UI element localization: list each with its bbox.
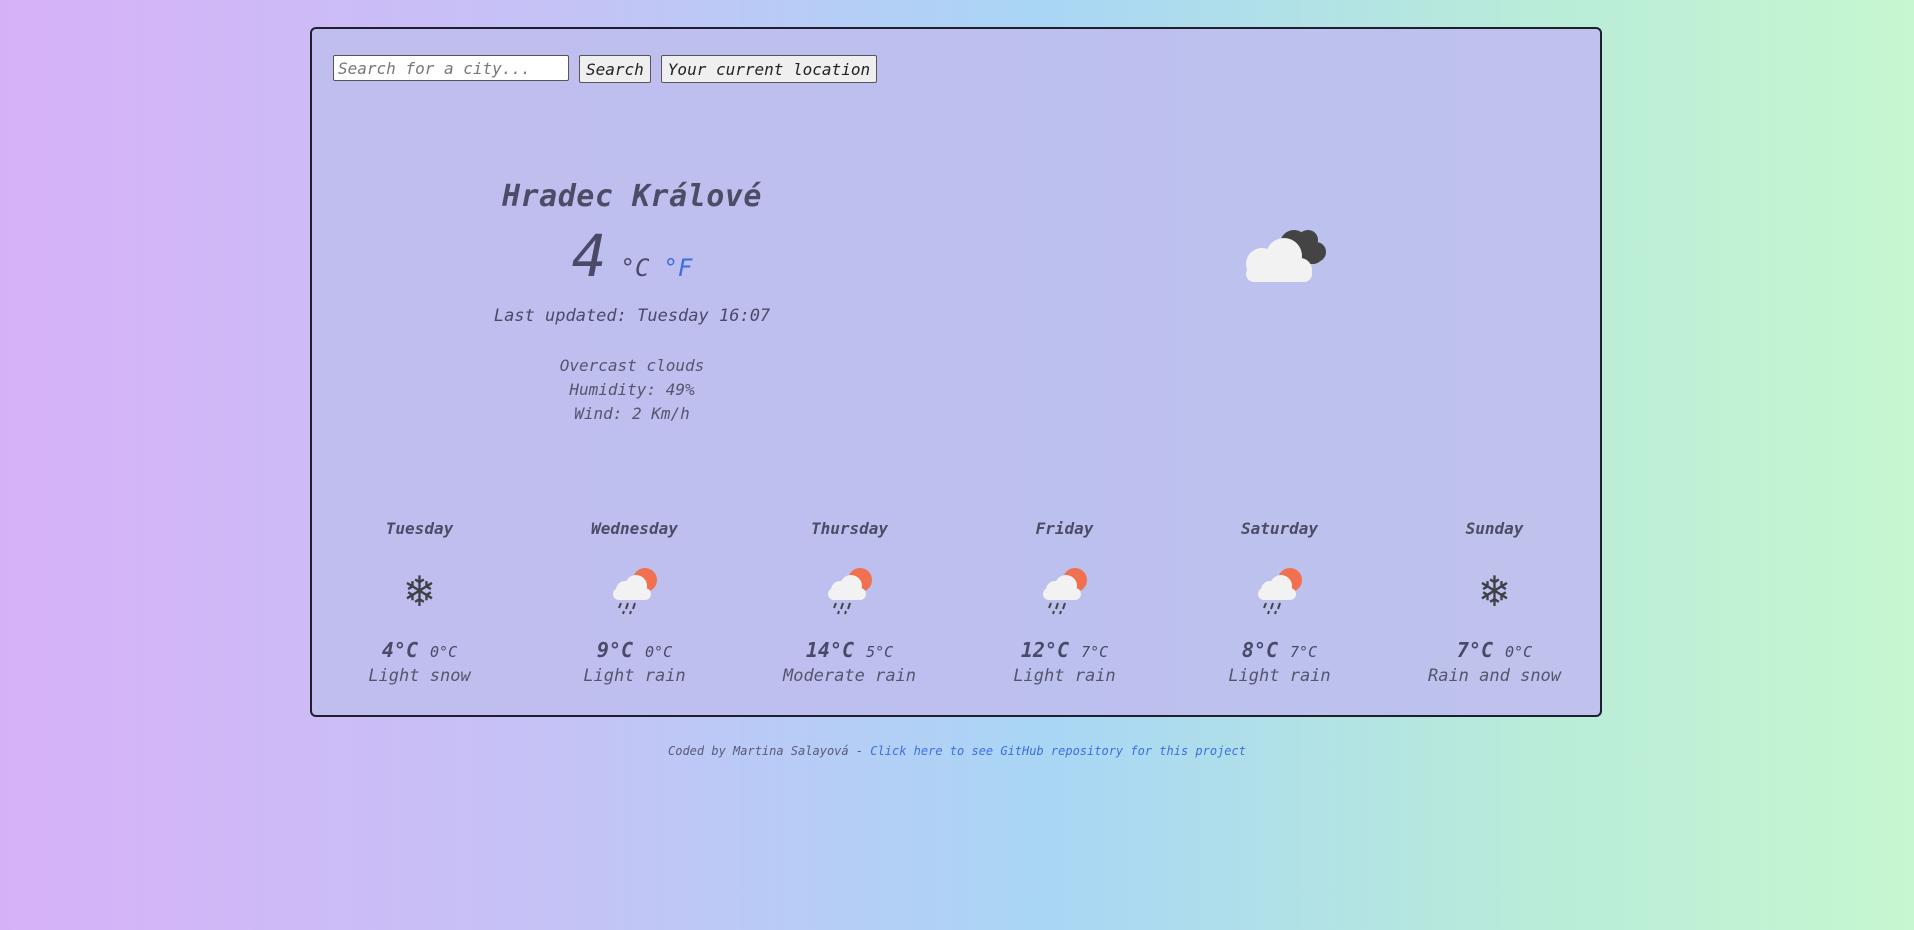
forecast-max: 12°C bbox=[1020, 638, 1070, 662]
forecast-description: Light snow bbox=[368, 666, 471, 686]
sun-rain-cloud-icon bbox=[527, 560, 742, 620]
forecast-max: 4°C bbox=[381, 638, 418, 662]
forecast-max: 7°C bbox=[1456, 638, 1493, 662]
sun-rain-cloud-icon bbox=[742, 560, 957, 620]
forecast-temps: 12°C 7°C bbox=[957, 638, 1172, 662]
city-name: Hradec Králové bbox=[502, 179, 762, 214]
forecast-min: 0°C bbox=[645, 643, 673, 661]
forecast-min: 0°C bbox=[1505, 643, 1533, 661]
forecast-max: 9°C bbox=[596, 638, 633, 662]
forecast-day-name: Thursday bbox=[810, 519, 889, 538]
search-input[interactable] bbox=[333, 55, 569, 81]
forecast-day-name: Friday bbox=[1035, 519, 1094, 538]
forecast-description: Light rain bbox=[583, 666, 686, 686]
fahrenheit-link[interactable]: °F bbox=[663, 254, 692, 282]
overcast-clouds-icon bbox=[1232, 214, 1332, 294]
sun-rain-cloud-icon bbox=[1172, 560, 1387, 620]
forecast-min: 7°C bbox=[1290, 643, 1318, 661]
description: Overcast clouds bbox=[559, 356, 705, 375]
forecast-row: Tuesday ❄ 4°C 0°C Light snow Wednesday 9… bbox=[312, 519, 1604, 686]
wind: Wind: 2 Km/h bbox=[574, 404, 690, 423]
current-location-button[interactable]: Your current location bbox=[660, 55, 878, 83]
forecast-day-name: Tuesday bbox=[385, 519, 454, 538]
last-updated: Last updated: Tuesday 16:07 bbox=[493, 306, 771, 326]
forecast-min: 0°C bbox=[430, 643, 458, 661]
search-button[interactable]: Search bbox=[579, 55, 651, 83]
forecast-temps: 14°C 5°C bbox=[742, 638, 957, 662]
forecast-day: Thursday 14°C 5°C Moderate rain bbox=[742, 519, 957, 686]
forecast-description: Light rain bbox=[1013, 666, 1116, 686]
forecast-day-name: Sunday bbox=[1465, 519, 1524, 538]
footer: Coded by Martina Salayová - Click here t… bbox=[0, 744, 1914, 758]
forecast-day: Wednesday 9°C 0°C Light rain bbox=[527, 519, 742, 686]
forecast-day-name: Wednesday bbox=[591, 519, 678, 538]
forecast-description: Light rain bbox=[1228, 666, 1331, 686]
current-weather: Hradec Králové 4 °C °F Last updated: Tue… bbox=[432, 179, 832, 426]
forecast-day: Sunday ❄ 7°C 0°C Rain and snow bbox=[1387, 519, 1602, 686]
forecast-min: 5°C bbox=[866, 643, 894, 661]
forecast-temps: 7°C 0°C bbox=[1387, 638, 1602, 662]
current-temperature: 4 bbox=[571, 222, 607, 290]
snowflake-icon: ❄ bbox=[1480, 563, 1509, 617]
humidity: Humidity: 49% bbox=[569, 380, 695, 399]
forecast-temps: 9°C 0°C bbox=[527, 638, 742, 662]
weather-details: Overcast clouds Humidity: 49% Wind: 2 Km… bbox=[432, 354, 832, 426]
forecast-day: Saturday 8°C 7°C Light rain bbox=[1172, 519, 1387, 686]
footer-credit: Coded by Martina Salayová - bbox=[668, 744, 871, 758]
forecast-day: Tuesday ❄ 4°C 0°C Light snow bbox=[312, 519, 527, 686]
forecast-max: 8°C bbox=[1241, 638, 1278, 662]
search-bar: Search Your current location bbox=[333, 55, 878, 83]
forecast-day-name: Saturday bbox=[1240, 519, 1319, 538]
snowflake-icon: ❄ bbox=[405, 563, 434, 617]
forecast-max: 14°C bbox=[805, 638, 855, 662]
forecast-min: 7°C bbox=[1081, 643, 1109, 661]
forecast-day: Friday 12°C 7°C Light rain bbox=[957, 519, 1172, 686]
temperature-row: 4 °C °F bbox=[432, 222, 832, 290]
github-link[interactable]: Click here to see GitHub repository for … bbox=[870, 744, 1246, 758]
forecast-description: Rain and snow bbox=[1427, 666, 1562, 686]
forecast-temps: 4°C 0°C bbox=[312, 638, 527, 662]
celsius-toggle[interactable]: °C bbox=[621, 254, 650, 282]
forecast-description: Moderate rain bbox=[782, 666, 917, 686]
weather-card: Search Your current location Hradec Král… bbox=[310, 27, 1602, 717]
sun-rain-cloud-icon bbox=[957, 560, 1172, 620]
forecast-temps: 8°C 7°C bbox=[1172, 638, 1387, 662]
